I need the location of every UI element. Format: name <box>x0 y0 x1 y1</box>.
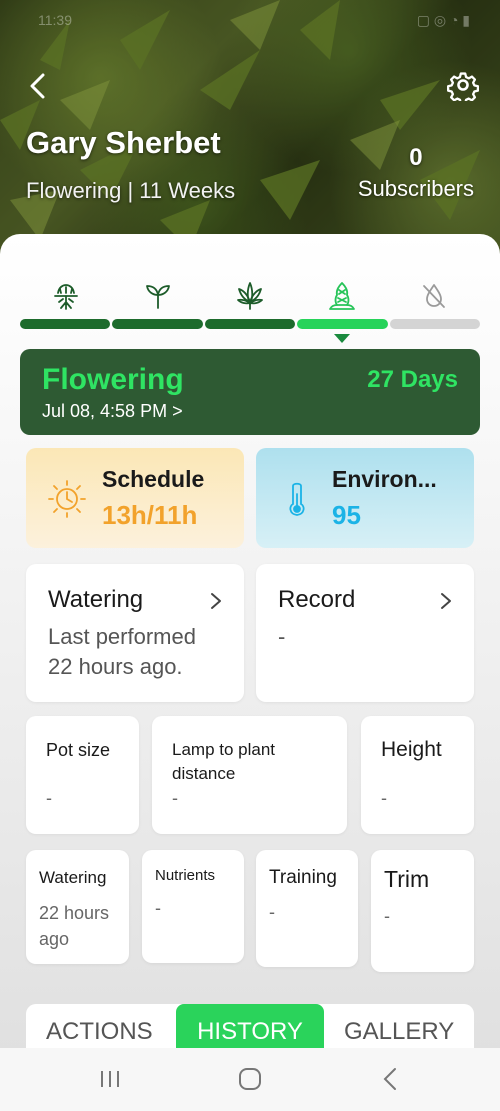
progress-segment <box>204 319 296 329</box>
watering-metric-card[interactable]: Watering 22 hours ago <box>26 850 129 964</box>
schedule-value: 13h/11h <box>102 500 198 530</box>
trim-value: - <box>384 906 390 926</box>
stage-germination[interactable] <box>20 276 112 316</box>
back-button[interactable] <box>22 70 54 102</box>
subscribers-count: 0 <box>409 144 423 171</box>
schedule-title: Schedule <box>102 466 205 492</box>
lamp-distance-value: - <box>172 788 178 808</box>
trim-card[interactable]: Trim - <box>371 850 474 972</box>
training-value: - <box>269 902 275 922</box>
stage-drying[interactable] <box>388 276 480 316</box>
chevron-right-icon <box>441 593 451 609</box>
system-back-button[interactable] <box>370 1062 410 1096</box>
gear-icon <box>447 72 479 101</box>
record-title: Record <box>278 586 356 613</box>
environment-card[interactable]: Environ... 95 <box>256 448 474 548</box>
stage-duration: Flowering | 11 Weeks <box>26 178 236 203</box>
watering-last-performed: Last performed 22 hours ago. <box>48 622 238 682</box>
stage-flowering[interactable] <box>296 276 388 316</box>
germination-icon <box>54 284 78 310</box>
progress-segment <box>112 319 203 329</box>
pot-size-label: Pot size <box>46 740 111 760</box>
stage-days-count: 27 Days <box>367 366 458 393</box>
watering-card[interactable]: Watering Last performed 22 hours ago. <box>26 564 244 702</box>
stage-start-date[interactable]: Jul 08, 4:58 PM > <box>42 401 183 422</box>
system-navigation-bar <box>0 1048 500 1111</box>
stage-vegetative[interactable] <box>204 276 296 316</box>
status-icons: ▢ ◎ ◔ ▮ <box>416 11 470 28</box>
pot-size-card[interactable]: Pot size - <box>26 716 139 834</box>
height-label: Height <box>381 738 442 761</box>
nutrients-label: Nutrients <box>155 867 216 884</box>
lamp-distance-card[interactable]: Lamp to plant distance - <box>152 716 347 834</box>
current-stage-card[interactable]: Flowering 27 Days Jul 08, 4:58 PM > <box>20 349 480 435</box>
watering-metric-value: 22 hours ago <box>39 903 110 949</box>
height-card[interactable]: Height - <box>361 716 474 834</box>
tab-history-label: HISTORY <box>197 1018 303 1045</box>
training-label: Training <box>269 867 337 888</box>
sun-icon <box>46 478 88 520</box>
progress-segment <box>20 319 111 329</box>
stage-selector <box>20 276 480 316</box>
tab-actions[interactable]: ACTIONS <box>46 1018 153 1046</box>
user-name: Gary Sherbet <box>26 125 221 160</box>
chevron-right-icon <box>211 593 221 609</box>
subscribers-label: Subscribers <box>357 176 474 201</box>
nutrients-card[interactable]: Nutrients - <box>142 850 244 963</box>
current-stage-pointer-icon <box>334 334 350 343</box>
nutrients-value: - <box>155 898 161 918</box>
vegetative-icon <box>237 282 263 310</box>
subscribers-counter[interactable]: 0 Subscribers <box>358 144 474 202</box>
chevron-left-icon <box>30 73 45 99</box>
lamp-distance-label: Lamp to plant distance <box>172 740 276 783</box>
watering-title: Watering <box>48 586 144 613</box>
pot-size-value: - <box>46 788 52 808</box>
watering-line-2: 22 hours ago. <box>48 654 183 679</box>
recent-apps-button[interactable] <box>90 1062 130 1096</box>
home-button[interactable] <box>230 1062 270 1096</box>
home-icon <box>239 1068 261 1090</box>
seedling-icon <box>146 285 170 309</box>
recent-apps-icon <box>101 1071 119 1087</box>
training-card[interactable]: Training - <box>256 850 358 967</box>
progress-segment-current <box>297 319 388 329</box>
stage-seedling[interactable] <box>112 276 204 316</box>
environment-title: Environ... <box>332 466 437 492</box>
environment-value: 95 <box>332 500 361 530</box>
status-time: 11:39 <box>38 12 72 28</box>
trim-label: Trim <box>384 866 430 892</box>
back-arrow-icon <box>383 1068 396 1090</box>
current-stage-name: Flowering <box>42 363 184 396</box>
watering-line-1: Last performed <box>48 624 196 649</box>
schedule-card[interactable]: Schedule 13h/11h <box>26 448 244 548</box>
record-card[interactable]: Record - <box>256 564 474 702</box>
drying-icon <box>423 284 445 308</box>
tab-gallery[interactable]: GALLERY <box>344 1018 454 1046</box>
watering-metric-label: Watering <box>39 868 107 887</box>
settings-button[interactable] <box>446 68 480 102</box>
status-bar: 11:39 ▢ ◎ ◔ ▮ <box>38 8 470 32</box>
progress-segment <box>389 319 481 329</box>
height-value: - <box>381 788 387 808</box>
thermometer-icon <box>276 478 318 520</box>
record-value: - <box>278 624 286 649</box>
flowering-icon <box>329 282 355 310</box>
stage-progress-bar <box>20 319 481 329</box>
